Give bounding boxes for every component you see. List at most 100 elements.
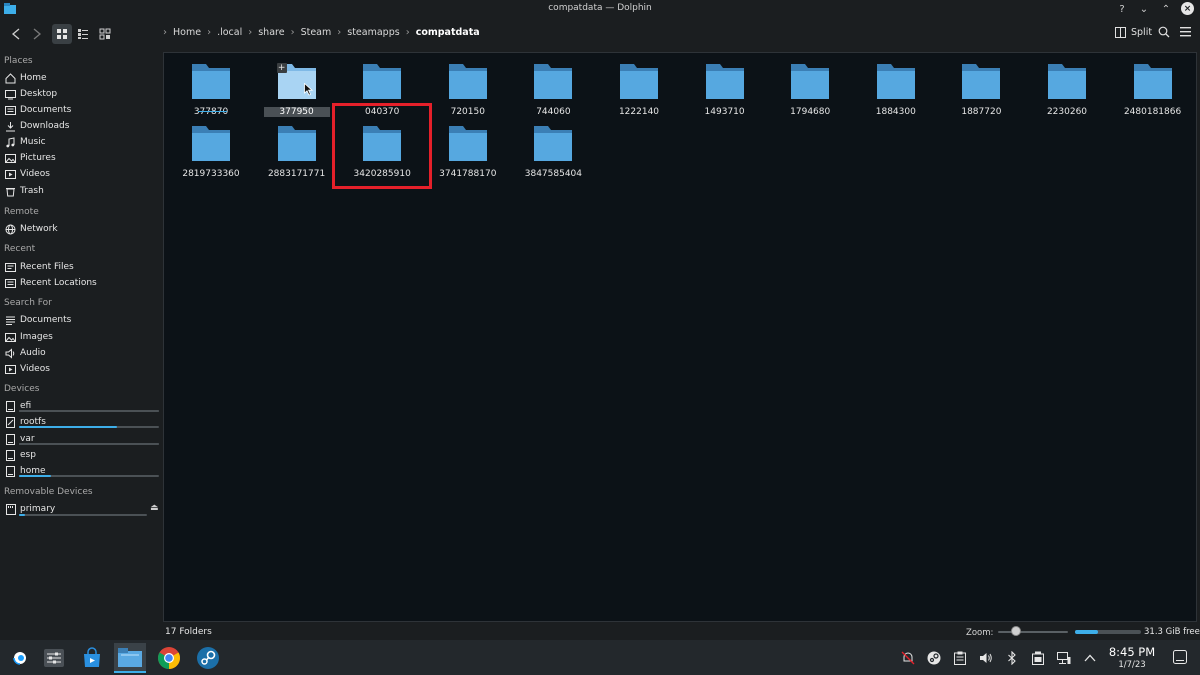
icons-view-icon[interactable]	[52, 24, 72, 44]
forward-arrow-icon[interactable]	[27, 24, 47, 44]
desktop-icon	[5, 89, 16, 100]
show-desktop-icon[interactable]	[1173, 650, 1187, 664]
usage-fill	[19, 443, 159, 445]
clipboard-icon[interactable]	[952, 650, 968, 666]
folder-item[interactable]: 720150	[435, 62, 501, 122]
hamburger-menu-icon[interactable]	[1180, 27, 1191, 37]
chevron-right-icon[interactable]: ›	[207, 27, 211, 38]
folder-icon	[620, 64, 658, 99]
sidebar-item-search-audio[interactable]: Audio	[5, 346, 46, 360]
maximize-icon[interactable]: ⌃	[1159, 2, 1173, 16]
folder-item[interactable]: 2230260	[1034, 62, 1100, 122]
efi-usage-bar	[19, 410, 159, 412]
rootfs-usage-bar	[19, 426, 159, 428]
breadcrumb-compatdata[interactable]: compatdata	[416, 27, 480, 38]
sidebar-item-search-videos[interactable]: Videos	[5, 362, 50, 376]
usage-fill	[19, 514, 26, 516]
sidebar-item-esp[interactable]: esp	[5, 448, 36, 462]
minimize-icon[interactable]: ⌄	[1137, 2, 1151, 16]
folder-item[interactable]: 3847585404	[520, 124, 586, 184]
dolphin-taskbar-icon[interactable]	[114, 643, 146, 673]
network-icon	[5, 224, 16, 235]
folder-item[interactable]: 2819733360	[178, 124, 244, 184]
folder-item[interactable]: +377950	[263, 62, 330, 122]
sidebar-item-label: Videos	[20, 169, 50, 179]
settings-sliders-icon[interactable]	[38, 643, 70, 673]
sidebar-item-downloads[interactable]: Downloads	[5, 119, 69, 133]
folder-icon	[791, 64, 830, 99]
details-view-icon[interactable]	[95, 24, 115, 44]
search-icon[interactable]	[1158, 26, 1170, 38]
split-button[interactable]: Split	[1115, 27, 1152, 38]
folder-item[interactable]: 377870	[178, 62, 244, 122]
folder-item[interactable]: 1884300	[863, 62, 929, 122]
chevron-right-icon[interactable]: ›	[406, 27, 410, 38]
var-usage-bar	[19, 443, 159, 445]
sidebar-item-label: primary	[20, 504, 56, 514]
sidebar-item-music[interactable]: Music	[5, 135, 46, 149]
sidebar-item-label: Audio	[20, 348, 46, 358]
sidebar-item-desktop[interactable]: Desktop	[5, 87, 57, 101]
sidebar-item-videos[interactable]: Videos	[5, 167, 50, 181]
audio-icon	[5, 347, 16, 359]
drive-icon	[5, 416, 16, 428]
breadcrumb-steam[interactable]: Steam	[301, 27, 332, 38]
breadcrumb-steamapps[interactable]: steamapps	[347, 27, 399, 38]
chevron-right-icon[interactable]: ›	[248, 27, 252, 38]
music-icon	[5, 136, 16, 148]
sidebar-item-trash[interactable]: Trash	[5, 184, 44, 198]
breadcrumb-local[interactable]: .local	[217, 27, 242, 38]
network-wired-icon[interactable]	[1056, 650, 1072, 666]
folder-name: 1222140	[618, 107, 660, 117]
sd-card-icon	[5, 503, 16, 515]
folder-icon	[962, 64, 1001, 99]
chrome-icon[interactable]	[153, 643, 185, 673]
chevron-right-icon[interactable]: ›	[337, 27, 341, 38]
sidebar-item-pictures[interactable]: Pictures	[5, 151, 56, 165]
device-storage-icon[interactable]	[1030, 650, 1046, 666]
sidebar-item-search-images[interactable]: Images	[5, 330, 53, 344]
sidebar-item-label: Recent Locations	[20, 278, 97, 288]
discover-store-icon[interactable]	[76, 643, 108, 673]
help-icon[interactable]: ?	[1115, 2, 1129, 16]
system-tray-expand-icon[interactable]	[1082, 650, 1098, 666]
select-plus-icon[interactable]: +	[276, 63, 287, 73]
clock-time: 8:45 PM	[1108, 645, 1156, 659]
zoom-slider-track[interactable]	[998, 631, 1068, 633]
volume-icon[interactable]	[978, 650, 994, 666]
close-icon[interactable]: ×	[1181, 2, 1194, 15]
breadcrumb-home[interactable]: Home	[173, 27, 201, 38]
sidebar-item-recent-files[interactable]: Recent Files	[5, 260, 74, 274]
eject-icon[interactable]: ⏏	[150, 503, 159, 513]
drive-icon	[5, 465, 16, 477]
zoom-slider-handle[interactable]	[1011, 626, 1021, 636]
sidebar-item-home[interactable]: Home	[5, 71, 47, 85]
sidebar-item-recent-locations[interactable]: Recent Locations	[5, 276, 97, 290]
breadcrumb-root-chevron-icon[interactable]: ›	[163, 27, 167, 38]
folder-item[interactable]: 744060	[520, 62, 586, 122]
back-arrow-icon[interactable]	[6, 24, 26, 44]
sidebar-item-documents[interactable]: Documents	[5, 103, 71, 117]
chevron-right-icon[interactable]: ›	[291, 27, 295, 38]
breadcrumb-share[interactable]: share	[258, 27, 284, 38]
focus-indicator	[198, 111, 227, 112]
digital-clock[interactable]: 8:45 PM 1/7/23	[1104, 645, 1160, 670]
folder-item[interactable]: 2480181866	[1120, 62, 1186, 122]
folder-count: 17 Folders	[165, 627, 212, 637]
clock-date: 1/7/23	[1118, 660, 1146, 670]
notifications-muted-icon[interactable]	[900, 650, 916, 666]
steam-tray-icon[interactable]	[926, 650, 942, 666]
compact-view-icon[interactable]	[73, 24, 93, 44]
folder-item[interactable]: 1493710	[692, 62, 758, 122]
application-launcher-icon[interactable]	[4, 643, 36, 673]
folder-item[interactable]: 1222140	[606, 62, 672, 122]
folder-item[interactable]: 3741788170	[435, 124, 501, 184]
sidebar-item-search-documents[interactable]: Documents	[5, 313, 71, 327]
folder-item[interactable]: 1794680	[777, 62, 843, 122]
bluetooth-icon[interactable]	[1004, 650, 1020, 666]
file-view[interactable]: 377870 +377950 040370 720150 744060 1222140 14…	[163, 52, 1197, 622]
folder-item[interactable]: 2883171771	[264, 124, 330, 184]
folder-item[interactable]: 1887720	[948, 62, 1014, 122]
steam-icon[interactable]	[192, 643, 224, 673]
sidebar-item-network[interactable]: Network	[5, 222, 58, 236]
